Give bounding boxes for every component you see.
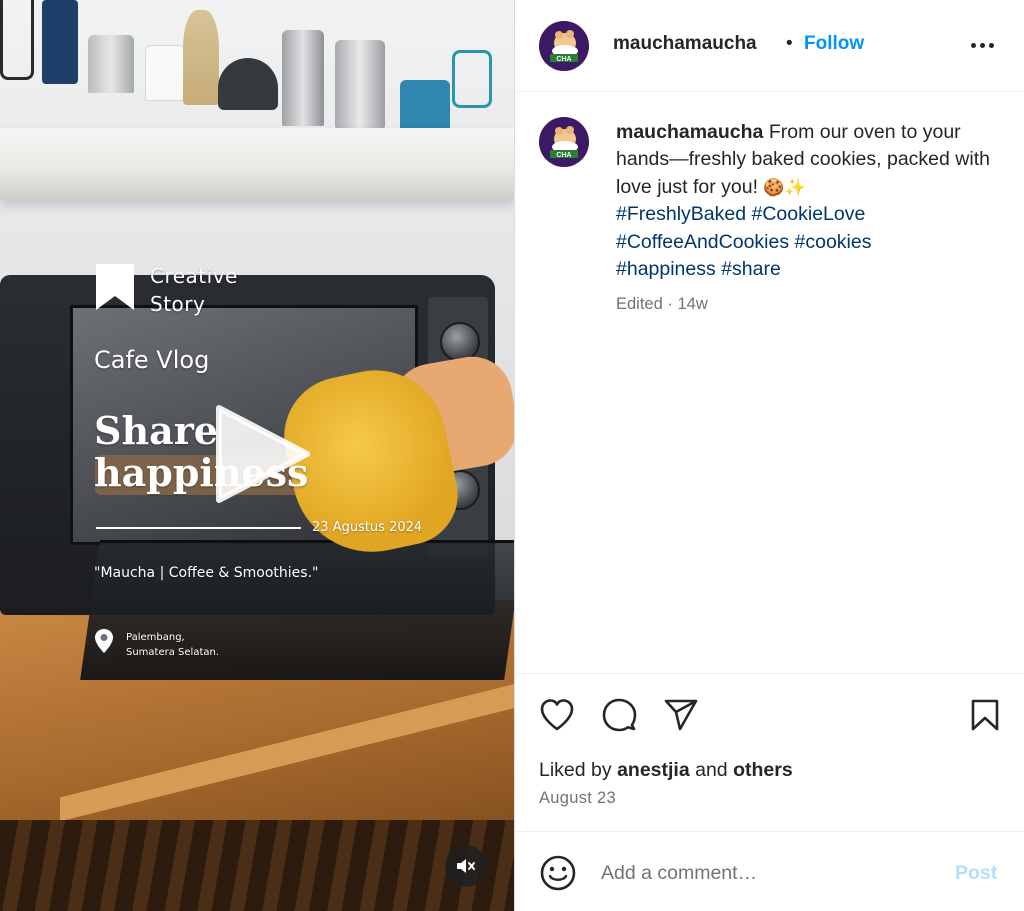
- liked-user[interactable]: anestjia: [617, 759, 690, 781]
- overlay-creative: Creative: [150, 264, 238, 288]
- post-date[interactable]: August 23: [539, 789, 616, 808]
- save-button[interactable]: [965, 695, 1005, 735]
- mute-button[interactable]: [445, 845, 487, 887]
- mute-icon: [457, 859, 475, 873]
- kitchen-shelf: [0, 128, 514, 200]
- more-icon: [979, 42, 985, 48]
- overlay-location-region: Sumatera Selatan.: [126, 647, 220, 658]
- overlay-quote: "Maucha | Coffee & Smoothies.": [94, 565, 319, 581]
- more-icon: [988, 42, 994, 48]
- hashtag-link[interactable]: #FreshlyBaked: [616, 203, 746, 225]
- comment-input[interactable]: [601, 858, 931, 888]
- comment-bar: Post: [515, 831, 1024, 911]
- hashtag-link[interactable]: #share: [721, 258, 781, 280]
- emoji-icon[interactable]: [539, 854, 577, 892]
- hashtag-link[interactable]: #cookies: [795, 231, 872, 253]
- overlay-date: 23 Agustus 2024: [312, 520, 423, 535]
- location-pin-icon: [95, 629, 113, 653]
- hashtag-link[interactable]: #CoffeeAndCookies: [616, 231, 789, 253]
- header-separator: •: [786, 33, 793, 54]
- comment-icon: [602, 698, 637, 732]
- overlay-story: Story: [150, 292, 206, 316]
- share-button[interactable]: [661, 695, 701, 735]
- hashtag-link[interactable]: #happiness: [616, 258, 716, 280]
- svg-text:CHA: CHA: [556, 56, 571, 63]
- bookmark-icon: [971, 699, 999, 731]
- follow-button[interactable]: Follow: [804, 33, 864, 55]
- more-icon: [970, 42, 976, 48]
- avatar-logo: CHA: [539, 117, 589, 167]
- more-options-button[interactable]: [967, 30, 997, 60]
- liked-and: and: [689, 759, 734, 781]
- avatar[interactable]: CHA: [539, 117, 589, 167]
- post-video[interactable]: Creative Story Cafe Vlog Share happiness…: [0, 0, 514, 911]
- post-sidebar: CHA mauchamaucha • Follow CHA mauchamauc…: [514, 0, 1024, 911]
- caption: mauchamaucha From our oven to your hands…: [616, 119, 996, 283]
- edited-label: Edited: [616, 295, 663, 313]
- avatar-logo: CHA: [539, 21, 589, 71]
- like-button[interactable]: [537, 695, 577, 735]
- comment-button[interactable]: [599, 695, 639, 735]
- header-username[interactable]: mauchamaucha: [613, 33, 757, 55]
- caption-meta: Edited · 14w: [616, 295, 708, 313]
- likes-summary: Liked by anestjia and others: [539, 759, 793, 782]
- avatar[interactable]: CHA: [539, 21, 589, 71]
- overlay-cafe-vlog: Cafe Vlog: [94, 346, 210, 374]
- liked-prefix: Liked by: [539, 759, 618, 781]
- svg-text:CHA: CHA: [556, 152, 571, 159]
- under-shelf: [0, 820, 514, 911]
- post-header: CHA mauchamaucha • Follow: [515, 0, 1024, 92]
- overlay-location-city: Palembang,: [126, 632, 185, 643]
- share-icon: [664, 699, 698, 731]
- caption-emoji: 🍪✨: [763, 177, 806, 197]
- action-bar: [515, 690, 1024, 740]
- story-bookmark-icon: [96, 264, 134, 310]
- hashtag-link[interactable]: #CookieLove: [752, 203, 866, 225]
- post-comment-button[interactable]: Post: [955, 862, 997, 885]
- shelf-items: [0, 0, 514, 136]
- caption-username[interactable]: mauchamaucha: [616, 121, 763, 143]
- liked-others[interactable]: others: [733, 759, 793, 781]
- overlay-location: Palembang, Sumatera Selatan.: [126, 630, 219, 660]
- heart-icon: [540, 699, 574, 731]
- overlay-creative-story: Creative Story: [150, 262, 238, 318]
- post-age[interactable]: 14w: [677, 295, 707, 313]
- caption-section: CHA mauchamaucha From our oven to your h…: [515, 92, 1024, 674]
- overlay-divider: [96, 527, 301, 529]
- play-icon[interactable]: [211, 404, 311, 504]
